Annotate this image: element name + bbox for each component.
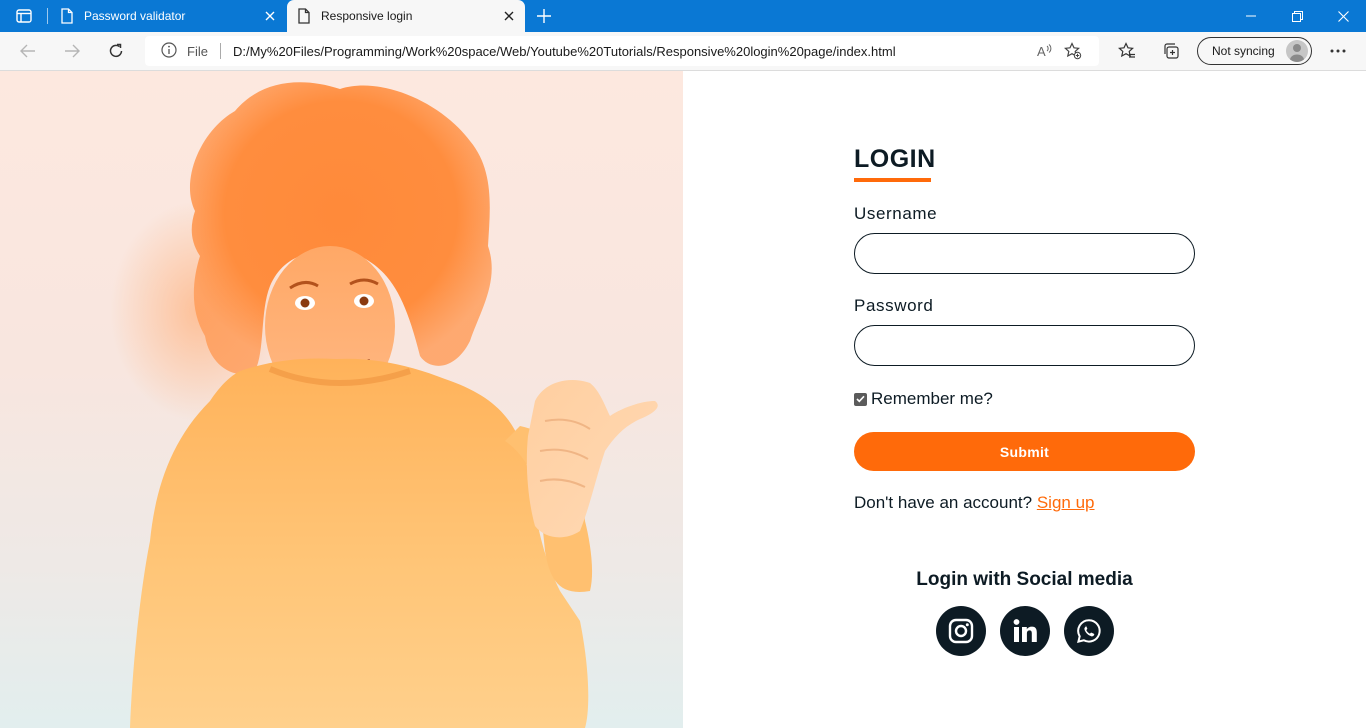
sweater xyxy=(130,358,589,728)
restore-button[interactable] xyxy=(1274,0,1320,32)
refresh-button[interactable] xyxy=(102,38,130,64)
password-input[interactable] xyxy=(854,325,1195,366)
login-title: LOGIN xyxy=(854,145,936,173)
refresh-icon xyxy=(109,43,123,58)
signup-row: Don't have an account? Sign up xyxy=(854,493,1095,513)
linkedin-button[interactable] xyxy=(1000,606,1050,656)
new-tab-button[interactable] xyxy=(532,5,556,27)
avatar xyxy=(1286,40,1308,62)
collections-button[interactable] xyxy=(1157,38,1185,64)
svg-text:A: A xyxy=(1037,44,1046,59)
close-icon xyxy=(504,11,514,21)
close-icon xyxy=(1337,10,1349,22)
close-icon xyxy=(265,11,275,21)
profile-button[interactable]: Not syncing xyxy=(1197,37,1312,65)
whatsapp-icon xyxy=(1077,619,1101,643)
address-divider xyxy=(219,43,221,59)
plus-icon xyxy=(537,9,551,23)
tab-actions-button[interactable] xyxy=(8,5,40,27)
restore-icon xyxy=(1291,10,1303,22)
tab-separator xyxy=(47,8,48,24)
minimize-button[interactable] xyxy=(1228,0,1274,32)
tab-password-validator[interactable]: Password validator xyxy=(50,0,286,32)
tab-actions-icon xyxy=(16,9,32,23)
social-title: Login with Social media xyxy=(916,569,1133,590)
browser-toolbar: File D:/My%20Files/Programming/Work%20sp… xyxy=(0,32,1366,71)
username-label: Username xyxy=(854,204,938,223)
arrow-left-icon xyxy=(20,44,35,58)
more-icon xyxy=(1330,49,1346,53)
window-close-button[interactable] xyxy=(1320,0,1366,32)
remember-me[interactable]: Remember me? xyxy=(854,389,993,409)
favorites-button[interactable] xyxy=(1113,38,1141,64)
remember-label: Remember me? xyxy=(871,389,993,408)
page-content: LOGIN Username Password Remember me? Sub… xyxy=(0,71,1366,728)
address-bar[interactable]: File D:/My%20Files/Programming/Work%20sp… xyxy=(145,36,1099,66)
forward-button[interactable] xyxy=(58,38,86,64)
settings-more-button[interactable] xyxy=(1324,38,1352,64)
signup-prompt: Don't have an account? xyxy=(854,493,1033,512)
tab-close-button[interactable] xyxy=(260,6,280,26)
title-underline xyxy=(854,178,931,182)
hand xyxy=(526,380,658,538)
page-icon xyxy=(297,8,311,24)
social-links xyxy=(936,606,1114,656)
instagram-button[interactable] xyxy=(936,606,986,656)
tab-responsive-login[interactable]: Responsive login xyxy=(287,0,525,32)
minimize-icon xyxy=(1246,15,1256,17)
profile-label: Not syncing xyxy=(1212,44,1275,58)
whatsapp-button[interactable] xyxy=(1064,606,1114,656)
username-input[interactable] xyxy=(854,233,1195,274)
linkedin-icon xyxy=(1013,619,1037,642)
read-aloud-icon[interactable]: A xyxy=(1031,38,1059,64)
page-icon xyxy=(60,8,74,24)
remember-checkbox[interactable] xyxy=(854,392,867,406)
signup-link[interactable]: Sign up xyxy=(1037,493,1095,512)
info-icon[interactable] xyxy=(161,42,179,60)
check-icon xyxy=(856,395,865,403)
arrow-right-icon xyxy=(65,44,80,58)
tab-title: Responsive login xyxy=(321,9,413,23)
add-favorite-icon[interactable] xyxy=(1059,38,1087,64)
password-label: Password xyxy=(854,296,934,315)
browser-tabstrip: Password validator Responsive login xyxy=(0,0,1366,32)
url-text[interactable]: D:/My%20Files/Programming/Work%20space/W… xyxy=(233,44,1031,59)
tab-close-button[interactable] xyxy=(499,6,519,26)
favorites-icon xyxy=(1118,42,1135,58)
hero-image xyxy=(0,71,683,728)
instagram-icon xyxy=(948,618,974,644)
collections-icon xyxy=(1164,43,1179,59)
submit-button[interactable]: Submit xyxy=(854,432,1195,471)
scheme-label: File xyxy=(187,43,208,59)
tab-title: Password validator xyxy=(84,9,186,23)
back-button[interactable] xyxy=(14,38,42,64)
